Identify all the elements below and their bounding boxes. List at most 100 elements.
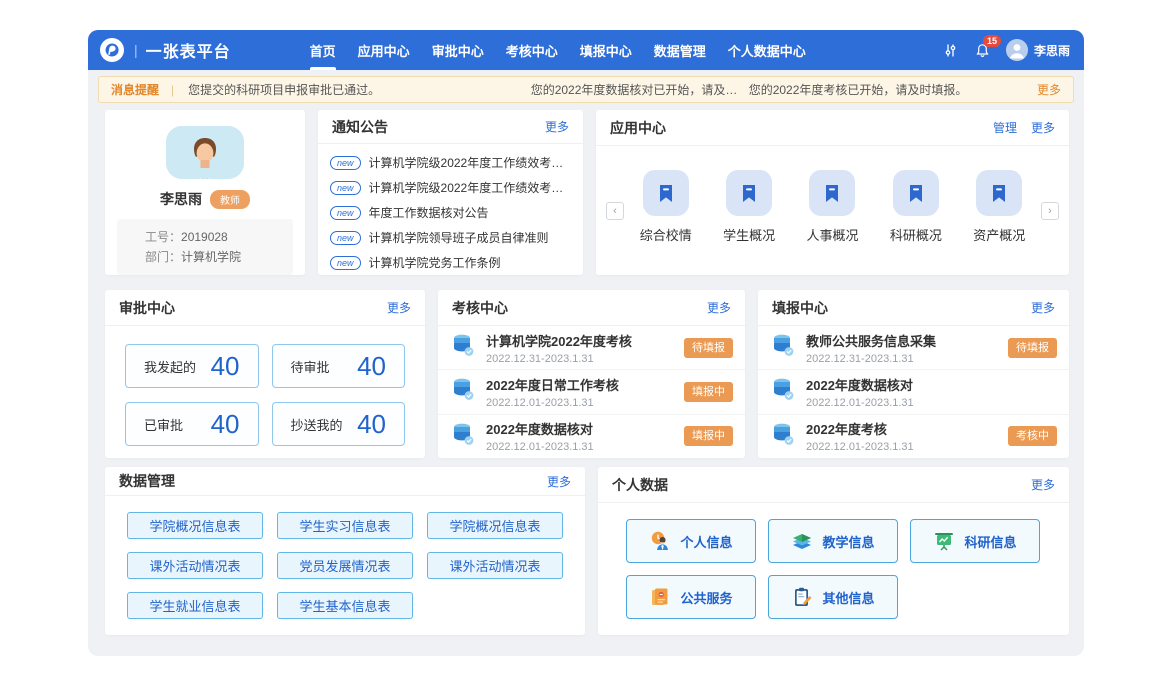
task-row[interactable]: 计算机学院2022年度考核 2022.12.31-2023.1.31 待填报 <box>438 326 745 370</box>
stat-pending[interactable]: 待审批 40 <box>272 344 406 388</box>
stat-label: 已审批 <box>144 415 183 434</box>
task-row[interactable]: 2022年度数据核对2022.12.01-2023.1.31 <box>758 370 1069 414</box>
task-row[interactable]: 教师公共服务信息采集2022.12.31-2023.1.31 待填报 <box>758 326 1069 370</box>
personal-button-label: 教学信息 <box>822 532 874 551</box>
app-item[interactable]: 科研概况 <box>890 170 942 244</box>
stat-value: 40 <box>211 409 240 440</box>
assessment-list: 计算机学院2022年度考核 2022.12.31-2023.1.31 待填报 20… <box>438 326 745 458</box>
notice-item[interactable]: new年度工作数据核对公告 <box>330 200 571 225</box>
main-content: 李思雨 教师 工号：2019028 部门：计算机学院 通知公告 更多 new计算… <box>88 103 1084 635</box>
sliders-icon[interactable] <box>942 41 960 59</box>
message-alert-bar: 消息提醒 | 您提交的科研项目申报审批已通过。 您的2022年度数据核对已开始，… <box>98 76 1074 103</box>
books-icon <box>791 530 813 552</box>
database-icon <box>770 376 796 407</box>
data-mgmt-more-link[interactable]: 更多 <box>547 473 571 490</box>
notice-list: new计算机学院级2022年度工作绩效考核结果公示 new计算机学院级2022年… <box>318 144 583 275</box>
approval-more-link[interactable]: 更多 <box>387 299 411 316</box>
app-frame: | 一张表平台 首页 应用中心 审批中心 考核中心 填报中心 数据管理 个人数据… <box>88 30 1084 656</box>
new-badge: new <box>330 181 361 195</box>
carousel-prev-icon[interactable]: ‹ <box>606 202 624 220</box>
app-item[interactable]: 综合校情 <box>640 170 692 244</box>
nav-item-personal-data-center[interactable]: 个人数据中心 <box>717 30 817 70</box>
public-service-button[interactable]: 公共服务 <box>626 575 756 619</box>
nav-username: 李思雨 <box>1034 42 1070 59</box>
form-button[interactable]: 学生基本信息表 <box>277 592 413 619</box>
new-badge: new <box>330 256 361 270</box>
profile-name: 李思雨 <box>160 189 202 209</box>
data-mgmt-title: 数据管理 <box>119 471 175 491</box>
brand-title: 一张表平台 <box>146 38 231 62</box>
form-button[interactable]: 学院概况信息表 <box>427 512 563 539</box>
notice-item[interactable]: new计算机学院领导班子成员自律准则 <box>330 225 571 250</box>
stat-approved[interactable]: 已审批 40 <box>125 402 259 446</box>
form-button[interactable]: 课外活动情况表 <box>427 552 563 579</box>
form-button[interactable]: 学生实习信息表 <box>277 512 413 539</box>
task-date: 2022.12.31-2023.1.31 <box>486 353 632 365</box>
personal-info-button[interactable]: 个人信息 <box>626 519 756 563</box>
assessment-more-link[interactable]: 更多 <box>707 299 731 316</box>
app-item[interactable]: 学生概况 <box>723 170 775 244</box>
alert-more-link[interactable]: 更多 <box>1037 81 1061 98</box>
app-item[interactable]: 人事概况 <box>806 170 858 244</box>
notice-item[interactable]: new计算机学院级2022年度工作绩效考核结果公示 <box>330 150 571 175</box>
presentation-chart-icon <box>933 530 955 552</box>
research-info-button[interactable]: 科研信息 <box>910 519 1040 563</box>
department-value: 计算机学院 <box>181 250 241 264</box>
form-button[interactable]: 学院概况信息表 <box>127 512 263 539</box>
notice-item[interactable]: new计算机学院级2022年度工作绩效考核办法 <box>330 175 571 200</box>
form-button[interactable]: 学生就业信息表 <box>127 592 263 619</box>
stat-initiated[interactable]: 我发起的40 <box>125 344 259 388</box>
personal-title: 个人数据 <box>612 475 668 495</box>
nav-item-approval-center[interactable]: 审批中心 <box>421 30 495 70</box>
database-icon <box>450 421 476 452</box>
nav-item-app-center[interactable]: 应用中心 <box>347 30 421 70</box>
approval-center-card: 审批中心 更多 我发起的40 待审批40 已审批40 抄送我的40 <box>105 290 425 458</box>
stat-value: 40 <box>357 409 386 440</box>
stat-cc-me[interactable]: 抄送我的40 <box>272 402 406 446</box>
teaching-info-button[interactable]: 教学信息 <box>768 519 898 563</box>
notice-item[interactable]: new计算机学院党务工作条例 <box>330 250 571 275</box>
status-badge: 填报中 <box>684 426 733 446</box>
app-center-title: 应用中心 <box>610 118 666 138</box>
form-button[interactable]: 党员发展情况表 <box>277 552 413 579</box>
profile-info: 工号：2019028 部门：计算机学院 <box>117 219 293 275</box>
app-label: 人事概况 <box>806 225 858 244</box>
app-center-manage-link[interactable]: 管理 <box>993 119 1017 136</box>
app-label: 资产概况 <box>973 225 1025 244</box>
task-name: 2022年度数据核对 <box>486 419 594 438</box>
alert-message-1: 您提交的科研项目申报审批已通过。 <box>188 81 531 98</box>
task-date: 2022.12.01-2023.1.31 <box>806 397 914 409</box>
profile-avatar <box>166 126 244 179</box>
role-badge: 教师 <box>210 190 250 209</box>
task-date: 2022.12.01-2023.1.31 <box>486 397 619 409</box>
personal-data-card: 个人数据 更多 个人信息 教学信息 科研信息 <box>598 467 1069 635</box>
notice-title: 通知公告 <box>332 117 388 137</box>
personal-more-link[interactable]: 更多 <box>1031 476 1055 493</box>
notice-item-text: 年度工作数据核对公告 <box>369 204 489 221</box>
data-management-card: 数据管理 更多 学院概况信息表 学生实习信息表 学院概况信息表 课外活动情况表 … <box>105 467 585 635</box>
task-row[interactable]: 2022年度考核2022.12.01-2023.1.31 考核中 <box>758 415 1069 458</box>
form-button[interactable]: 课外活动情况表 <box>127 552 263 579</box>
carousel-next-icon[interactable]: › <box>1041 202 1059 220</box>
other-info-button[interactable]: 其他信息 <box>768 575 898 619</box>
task-name: 计算机学院2022年度考核 <box>486 331 632 350</box>
nav-item-reporting-center[interactable]: 填报中心 <box>569 30 643 70</box>
notification-bell-icon[interactable]: 15 <box>974 41 992 59</box>
stat-value: 40 <box>357 351 386 382</box>
bookmark-icon <box>726 170 772 216</box>
nav-item-data-management[interactable]: 数据管理 <box>643 30 717 70</box>
notice-more-link[interactable]: 更多 <box>545 118 569 135</box>
nav-item-assessment-center[interactable]: 考核中心 <box>495 30 569 70</box>
reporting-more-link[interactable]: 更多 <box>1031 299 1055 316</box>
bookmark-icon <box>976 170 1022 216</box>
stat-label: 待审批 <box>291 357 330 376</box>
status-badge: 待填报 <box>684 338 733 358</box>
task-row[interactable]: 2022年度数据核对2022.12.01-2023.1.31 填报中 <box>438 415 745 458</box>
new-badge: new <box>330 231 361 245</box>
app-item[interactable]: 资产概况 <box>973 170 1025 244</box>
nav-item-home[interactable]: 首页 <box>299 30 347 70</box>
app-center-more-link[interactable]: 更多 <box>1031 119 1055 136</box>
brand: | 一张表平台 <box>100 38 231 62</box>
nav-user[interactable]: 李思雨 <box>1006 39 1070 61</box>
task-row[interactable]: 2022年度日常工作考核2022.12.01-2023.1.31 填报中 <box>438 370 745 414</box>
